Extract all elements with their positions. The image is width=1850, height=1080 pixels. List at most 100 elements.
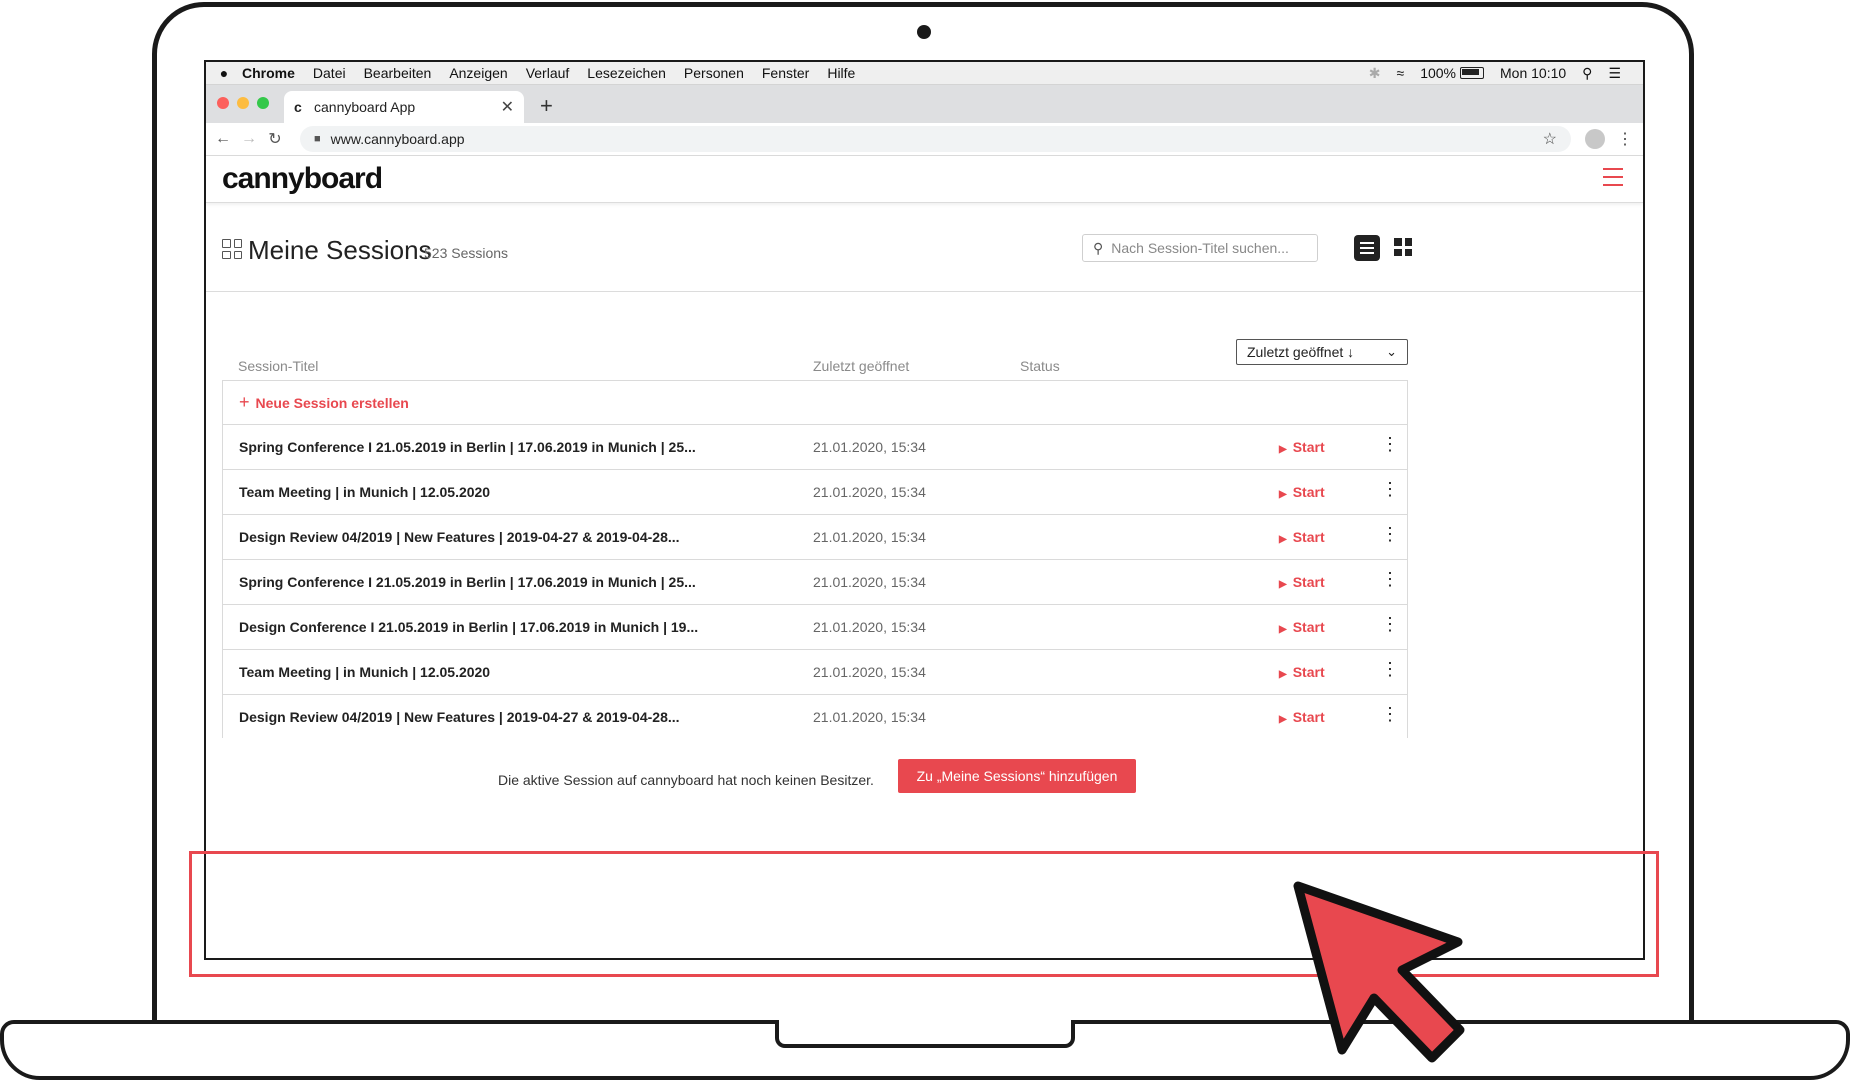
close-tab-icon[interactable]: ✕ — [501, 97, 514, 117]
back-icon[interactable]: ← — [210, 130, 236, 148]
start-button[interactable]: ▶ Start — [1279, 439, 1325, 455]
battery-percent: 100% — [1420, 65, 1456, 81]
profile-avatar[interactable] — [1585, 129, 1605, 149]
sort-dropdown[interactable]: Zuletzt geöffnet ↓ ⌄ — [1236, 339, 1408, 365]
new-session-button[interactable]: + Neue Session erstellen — [223, 381, 1407, 425]
search-placeholder: Nach Session-Titel suchen... — [1111, 240, 1289, 256]
more-options-icon[interactable]: ⋮ — [1381, 570, 1399, 588]
search-input[interactable]: ⚲ Nach Session-Titel suchen... — [1082, 234, 1318, 262]
browser-tab[interactable]: c cannyboard App ✕ — [284, 91, 524, 123]
close-window-button[interactable] — [217, 97, 229, 109]
forward-icon[interactable]: → — [236, 130, 262, 148]
menu-fenster[interactable]: Fenster — [762, 65, 809, 81]
hamburger-menu-icon[interactable] — [1603, 168, 1623, 186]
last-opened-date: 21.01.2020, 15:34 — [813, 484, 926, 500]
menu-lesezeichen[interactable]: Lesezeichen — [587, 65, 666, 81]
more-options-icon[interactable]: ⋮ — [1381, 705, 1399, 723]
session-title[interactable]: Spring Conference I 21.05.2019 in Berlin… — [239, 574, 696, 590]
laptop-notch — [775, 1020, 1075, 1048]
last-opened-date: 21.01.2020, 15:34 — [813, 709, 926, 725]
start-label: Start — [1292, 529, 1325, 545]
bookmark-star-icon[interactable]: ☆ — [1543, 129, 1557, 149]
menu-personen[interactable]: Personen — [684, 65, 744, 81]
more-options-icon[interactable]: ⋮ — [1381, 615, 1399, 633]
column-header-title[interactable]: Session-Titel — [238, 358, 318, 374]
url-text: www.cannyboard.app — [330, 131, 465, 147]
start-label: Start — [1292, 664, 1325, 680]
bluetooth-icon[interactable]: ✱ — [1369, 65, 1381, 82]
address-bar[interactable]: ■ www.cannyboard.app ☆ — [300, 126, 1571, 152]
sort-label: Zuletzt geöffnet ↓ — [1247, 344, 1355, 360]
menubar-status: ✱ ≈ 100% Mon 10:10 ⚲ ☰ — [1369, 65, 1643, 82]
session-title[interactable]: Design Review 04/2019 | New Features | 2… — [239, 529, 680, 545]
start-button[interactable]: ▶ Start — [1279, 619, 1325, 635]
menu-bearbeiten[interactable]: Bearbeiten — [364, 65, 432, 81]
more-options-icon[interactable]: ⋮ — [1381, 660, 1399, 678]
more-options-icon[interactable]: ⋮ — [1381, 435, 1399, 453]
column-header-status[interactable]: Status — [1020, 358, 1060, 374]
screen: ● Chrome Datei Bearbeiten Anzeigen Verla… — [204, 60, 1645, 960]
notification-center-icon[interactable]: ☰ — [1608, 65, 1621, 82]
start-button[interactable]: ▶ Start — [1279, 484, 1325, 500]
more-options-icon[interactable]: ⋮ — [1381, 525, 1399, 543]
menu-chrome[interactable]: Chrome — [242, 65, 295, 81]
browser-tabstrip: c cannyboard App ✕ + — [206, 85, 1643, 123]
new-tab-icon[interactable]: + — [540, 93, 553, 119]
menu-verlauf[interactable]: Verlauf — [526, 65, 570, 81]
battery-icon[interactable] — [1460, 67, 1484, 79]
wifi-icon[interactable]: ≈ — [1397, 65, 1405, 81]
menu-anzeigen[interactable]: Anzeigen — [449, 65, 507, 81]
more-options-icon[interactable]: ⋮ — [1381, 480, 1399, 498]
new-session-label: Neue Session erstellen — [255, 394, 409, 411]
table-row[interactable]: Design Conference I 21.05.2019 in Berlin… — [223, 605, 1407, 650]
last-opened-date: 21.01.2020, 15:34 — [813, 574, 926, 590]
window-controls — [217, 97, 269, 109]
last-opened-date: 21.01.2020, 15:34 — [813, 664, 926, 680]
table-row[interactable]: Spring Conference I 21.05.2019 in Berlin… — [223, 560, 1407, 605]
session-title[interactable]: Team Meeting | in Munich | 12.05.2020 — [239, 484, 490, 500]
list-view-button[interactable] — [1354, 235, 1380, 261]
table-row[interactable]: Spring Conference I 21.05.2019 in Berlin… — [223, 425, 1407, 470]
page-heading: Meine Sessions 523 Sessions ⚲ Nach Sessi… — [206, 203, 1643, 292]
start-button[interactable]: ▶ Start — [1279, 529, 1325, 545]
apple-icon[interactable]: ● — [206, 65, 242, 81]
spotlight-icon[interactable]: ⚲ — [1582, 65, 1592, 82]
clock[interactable]: Mon 10:10 — [1500, 65, 1566, 81]
column-header-opened[interactable]: Zuletzt geöffnet — [813, 358, 909, 374]
table-row[interactable]: Design Review 04/2019 | New Features | 2… — [223, 695, 1407, 740]
plus-icon: + — [239, 392, 250, 412]
add-to-my-sessions-button[interactable]: Zu „Meine Sessions“ hinzufügen — [898, 759, 1136, 793]
play-icon: ▶ — [1279, 534, 1287, 545]
start-button[interactable]: ▶ Start — [1279, 709, 1325, 725]
start-button[interactable]: ▶ Start — [1279, 664, 1325, 680]
start-button[interactable]: ▶ Start — [1279, 574, 1325, 590]
app-logo[interactable]: cannyboard — [222, 162, 383, 196]
browser-menu-icon[interactable]: ⋮ — [1615, 129, 1635, 149]
tab-title: cannyboard App — [314, 99, 416, 115]
session-title[interactable]: Spring Conference I 21.05.2019 in Berlin… — [239, 439, 696, 455]
maximize-window-button[interactable] — [257, 97, 269, 109]
play-icon: ▶ — [1279, 489, 1287, 500]
session-title[interactable]: Team Meeting | in Munich | 12.05.2020 — [239, 664, 490, 680]
start-label: Start — [1292, 484, 1325, 500]
reload-icon[interactable]: ↻ — [262, 129, 288, 149]
grid-view-button[interactable] — [1394, 238, 1412, 256]
search-icon: ⚲ — [1093, 239, 1104, 256]
play-icon: ▶ — [1279, 624, 1287, 635]
app-header: cannyboard — [206, 156, 1643, 203]
mac-menubar: ● Chrome Datei Bearbeiten Anzeigen Verla… — [206, 62, 1643, 85]
session-count: 523 Sessions — [424, 245, 509, 261]
table-row[interactable]: Team Meeting | in Munich | 12.05.2020 21.… — [223, 650, 1407, 695]
last-opened-date: 21.01.2020, 15:34 — [813, 439, 926, 455]
start-label: Start — [1292, 574, 1325, 590]
table-row[interactable]: Team Meeting | in Munich | 12.05.2020 21.… — [223, 470, 1407, 515]
sessions-grid-icon — [222, 239, 242, 259]
minimize-window-button[interactable] — [237, 97, 249, 109]
menu-datei[interactable]: Datei — [313, 65, 346, 81]
browser-toolbar: ← → ↻ ■ www.cannyboard.app ☆ ⋮ — [206, 123, 1643, 156]
menu-hilfe[interactable]: Hilfe — [827, 65, 855, 81]
session-title[interactable]: Design Review 04/2019 | New Features | 2… — [239, 709, 680, 725]
session-title[interactable]: Design Conference I 21.05.2019 in Berlin… — [239, 619, 698, 635]
pointer-cursor-icon — [1293, 881, 1465, 1063]
table-row[interactable]: Design Review 04/2019 | New Features | 2… — [223, 515, 1407, 560]
